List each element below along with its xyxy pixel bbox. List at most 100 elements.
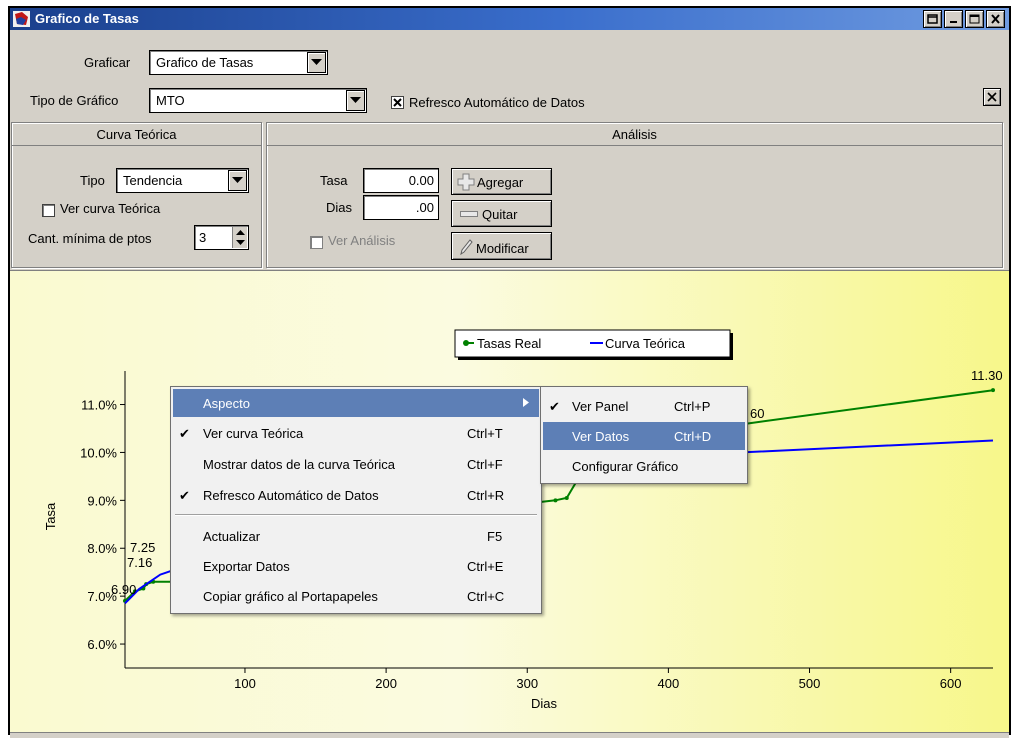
submenu-arrow-icon <box>523 398 529 407</box>
modificar-button[interactable]: Modificar <box>451 232 552 260</box>
tipo-select[interactable]: Tendencia <box>116 168 249 193</box>
x-tick-label: 600 <box>940 676 962 691</box>
y-tick-label: 11.0% <box>81 398 117 413</box>
x-tick-label: 400 <box>658 676 680 691</box>
x-tick-label: 300 <box>516 676 538 691</box>
menu-item-shortcut: F5 <box>487 529 503 544</box>
submenu-item-configurar[interactable]: Configurar Gráfico <box>543 452 745 480</box>
agregar-button[interactable]: Agregar <box>451 168 552 195</box>
minimize-button[interactable] <box>944 10 963 28</box>
close-button[interactable] <box>986 10 1005 28</box>
spinner-buttons[interactable] <box>232 227 247 248</box>
tipo-grafico-dropdown-button[interactable] <box>346 90 365 111</box>
menu-item-label: Ver curva Teórica <box>203 426 304 441</box>
cant-minima-label: Cant. mínima de ptos <box>28 231 152 246</box>
tipo-grafico-select[interactable]: MTO <box>149 88 367 113</box>
refresco-checkbox[interactable] <box>391 96 404 109</box>
spin-up-icon[interactable] <box>236 230 245 235</box>
checkmark-icon: ✔ <box>179 488 190 503</box>
pencil-icon <box>460 239 473 255</box>
tipo-value: Tendencia <box>123 173 183 188</box>
y-tick-label: 6.0% <box>87 637 117 652</box>
menu-item-shortcut: Ctrl+C <box>467 589 505 604</box>
menu-item-label: Aspecto <box>203 396 250 411</box>
system-menu-button[interactable] <box>923 10 942 28</box>
data-label: 7.25 <box>130 540 155 555</box>
maximize-button[interactable] <box>965 10 984 28</box>
horizontal-scrollbar[interactable] <box>10 732 1009 738</box>
legend-marker-tasas-real <box>463 340 469 346</box>
data-point <box>564 495 569 500</box>
data-label: 11.30 <box>971 368 1003 383</box>
menu-item-refresco[interactable]: ✔ Refresco Automático de Datos Ctrl+R <box>173 481 539 509</box>
ver-curva-checkbox[interactable] <box>42 204 55 217</box>
submenu-item-ver-datos[interactable]: Ver Datos Ctrl+D <box>543 422 745 450</box>
add-icon <box>457 173 475 191</box>
x-tick-label: 200 <box>375 676 397 691</box>
x-tick-label: 500 <box>799 676 821 691</box>
y-tick-label: 10.0% <box>80 445 117 460</box>
submenu-item-label: Configurar Gráfico <box>572 459 679 474</box>
ver-analisis-label: Ver Análisis <box>328 233 396 248</box>
submenu-item-label: Ver Datos <box>572 429 630 444</box>
x-tick-label: 100 <box>234 676 256 691</box>
submenu-item-ver-panel[interactable]: ✔ Ver Panel Ctrl+P <box>543 392 745 420</box>
quitar-button[interactable]: Quitar <box>451 200 552 227</box>
menu-item-label: Refresco Automático de Datos <box>203 488 379 503</box>
legend-label-curva-teorica: Curva Teórica <box>605 336 686 351</box>
cant-minima-spinner[interactable]: 3 <box>194 225 249 250</box>
cant-minima-value: 3 <box>199 230 207 245</box>
submenu-item-shortcut: Ctrl+P <box>674 399 711 414</box>
graficar-value: Grafico de Tasas <box>156 55 254 70</box>
menu-item-shortcut: Ctrl+R <box>467 488 505 503</box>
menu-item-shortcut: Ctrl+E <box>467 559 504 574</box>
maximize-icon <box>969 14 980 24</box>
graficar-select[interactable]: Grafico de Tasas <box>149 50 328 75</box>
menu-item-label: Mostrar datos de la curva Teórica <box>203 457 395 472</box>
menu-item-copiar[interactable]: Copiar gráfico al Portapapeles Ctrl+C <box>173 582 539 610</box>
tasa-input[interactable]: 0.00 <box>363 168 439 193</box>
title-bar[interactable]: Grafico de Tasas <box>10 8 1009 30</box>
analisis-header: Análisis <box>267 123 1002 146</box>
ver-analisis-checkbox[interactable] <box>310 236 323 249</box>
menu-item-shortcut: Ctrl+T <box>467 426 503 441</box>
refresco-label: Refresco Automático de Datos <box>409 95 585 110</box>
menu-item-ver-curva-teorica[interactable]: ✔ Ver curva Teórica Ctrl+T <box>173 419 539 447</box>
checkmark-icon: ✔ <box>179 426 190 441</box>
tipo-dropdown-button[interactable] <box>228 170 247 191</box>
minimize-icon <box>950 21 957 23</box>
graficar-dropdown-button[interactable] <box>307 52 326 73</box>
data-point <box>553 498 558 503</box>
data-point <box>991 388 995 393</box>
ver-curva-label: Ver curva Teórica <box>60 201 161 216</box>
chevron-down-icon <box>350 97 361 103</box>
menu-icon <box>927 14 938 24</box>
quitar-label: Quitar <box>482 207 518 222</box>
submenu-item-label: Ver Panel <box>572 399 629 414</box>
main-window: Grafico de Tasas Graficar Grafico de Tas… <box>8 6 1011 738</box>
legend-label-tasas-real: Tasas Real <box>477 336 541 351</box>
data-label: 60 <box>750 406 764 421</box>
context-menu: Aspecto ✔ Ver curva Teórica Ctrl+T Mostr… <box>170 386 542 614</box>
menu-item-exportar[interactable]: Exportar Datos Ctrl+E <box>173 552 539 580</box>
panel-close-button[interactable] <box>983 88 1001 106</box>
x-axis-label: Dias <box>531 696 558 711</box>
checkmark-icon: ✔ <box>549 399 560 414</box>
aspecto-submenu: ✔ Ver Panel Ctrl+P Ver Datos Ctrl+D Conf… <box>540 386 748 484</box>
remove-icon <box>460 211 478 217</box>
menu-item-actualizar[interactable]: Actualizar F5 <box>173 522 539 550</box>
spin-down-icon[interactable] <box>236 240 245 245</box>
menu-item-aspecto[interactable]: Aspecto <box>173 389 539 417</box>
modificar-label: Modificar <box>476 241 529 256</box>
tipo-label: Tipo <box>80 173 105 188</box>
graficar-label: Graficar <box>84 55 131 70</box>
curva-teorica-header: Curva Teórica <box>12 123 261 146</box>
app-icon <box>13 11 30 27</box>
dias-input[interactable]: .00 <box>363 195 439 220</box>
chevron-down-icon <box>232 177 243 183</box>
submenu-item-shortcut: Ctrl+D <box>674 429 712 444</box>
menu-item-shortcut: Ctrl+F <box>467 457 503 472</box>
y-tick-label: 8.0% <box>87 541 117 556</box>
window-title: Grafico de Tasas <box>35 11 139 26</box>
menu-item-mostrar-datos[interactable]: Mostrar datos de la curva Teórica Ctrl+F <box>173 450 539 478</box>
